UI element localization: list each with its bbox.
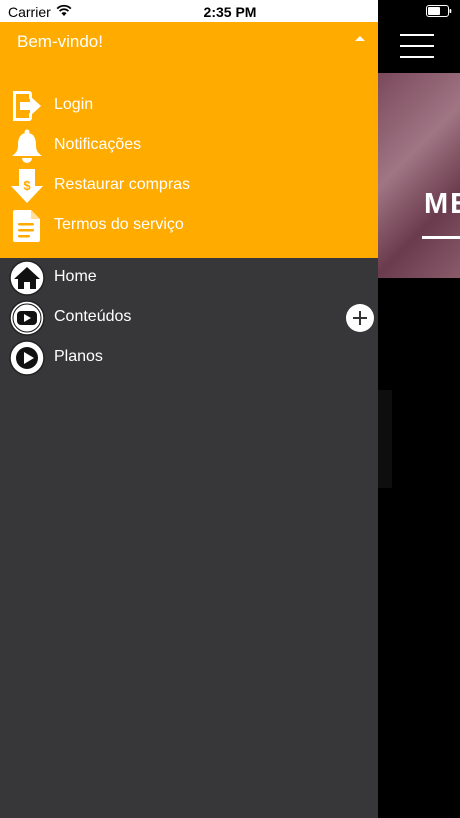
youtube-play-icon: [9, 300, 45, 336]
background-app: ME: [378, 22, 460, 818]
hero-underline: [422, 236, 460, 239]
restore-purchase-icon: $: [11, 169, 43, 203]
menu-item-label: Termos do serviço: [54, 216, 184, 233]
drawer-header: Bem-vindo! Login Notificações $ Restaura…: [0, 22, 378, 258]
menu-item-login[interactable]: Login: [0, 86, 378, 126]
status-bar: Carrier 2:35 PM: [0, 0, 460, 22]
svg-text:$: $: [23, 178, 31, 193]
nav-item-label: Home: [54, 268, 97, 285]
login-icon: [13, 91, 41, 121]
background-card: [378, 390, 392, 488]
hamburger-menu-icon[interactable]: [400, 34, 434, 58]
home-icon: [9, 260, 45, 296]
nav-item-plans[interactable]: Planos: [0, 338, 378, 378]
collapse-caret-icon[interactable]: [355, 36, 365, 41]
nav-item-contents[interactable]: Conteúdos: [0, 298, 378, 338]
plus-icon[interactable]: [346, 304, 374, 332]
menu-item-label: Notificações: [54, 136, 142, 153]
menu-item-restore-purchases[interactable]: $ Restaurar compras: [0, 166, 378, 206]
nav-item-label: Conteúdos: [54, 308, 132, 325]
menu-item-terms[interactable]: Termos do serviço: [0, 206, 378, 246]
menu-item-label: Restaurar compras: [54, 176, 191, 193]
play-circle-icon: [9, 340, 45, 376]
menu-item-notifications[interactable]: Notificações: [0, 126, 378, 166]
menu-item-label: Login: [54, 96, 94, 113]
hero-title: ME: [424, 188, 460, 220]
nav-item-label: Planos: [54, 348, 103, 365]
hero-banner[interactable]: ME: [378, 73, 460, 278]
nav-item-home[interactable]: Home: [0, 258, 378, 298]
battery-icon: [426, 5, 452, 17]
welcome-label: Bem-vindo!: [17, 32, 103, 51]
status-time: 2:35 PM: [203, 4, 257, 20]
document-icon: [13, 210, 40, 242]
navigation-drawer: Bem-vindo! Login Notificações $ Restaura…: [0, 22, 378, 818]
bell-icon: [12, 129, 42, 163]
